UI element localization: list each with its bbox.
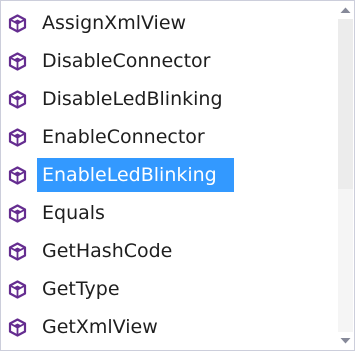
method-cube-icon (8, 242, 27, 261)
list-item-label: Equals (42, 202, 105, 224)
list-item[interactable]: GetXmlView (2, 308, 335, 346)
method-cube-icon (8, 128, 27, 147)
list-item-label: EnableConnector (42, 126, 205, 148)
method-cube-icon (8, 52, 27, 71)
list-item-label: DisableLedBlinking (42, 88, 223, 110)
list-item-label: GetType (42, 278, 120, 300)
completion-list: AssignXmlView DisableConnector DisableLe… (2, 4, 335, 348)
list-item[interactable]: Equals (2, 194, 335, 232)
vertical-scrollbar[interactable] (337, 1, 354, 350)
method-cube-icon (8, 318, 27, 337)
list-item-label: DisableConnector (42, 50, 211, 72)
list-item-label: GetXmlView (42, 316, 158, 338)
list-item-label: EnableLedBlinking (37, 158, 234, 192)
method-cube-icon (8, 204, 27, 223)
scroll-down-arrow-icon[interactable] (339, 335, 352, 347)
method-cube-icon (8, 280, 27, 299)
list-item[interactable]: DisableConnector (2, 42, 335, 80)
completion-list-popup: AssignXmlView DisableConnector DisableLe… (0, 0, 355, 351)
method-cube-icon (8, 166, 27, 185)
list-item[interactable]: GetType (2, 270, 335, 308)
scroll-up-arrow-icon[interactable] (339, 4, 352, 16)
list-item-label: AssignXmlView (42, 12, 187, 34)
list-item[interactable]: AssignXmlView (2, 4, 335, 42)
list-item-selected[interactable]: EnableLedBlinking (2, 156, 335, 194)
list-item-label: GetHashCode (42, 240, 173, 262)
list-item[interactable]: EnableConnector (2, 118, 335, 156)
method-cube-icon (8, 14, 27, 33)
method-cube-icon (8, 90, 27, 109)
list-item[interactable]: DisableLedBlinking (2, 80, 335, 118)
list-item[interactable]: GetHashCode (2, 232, 335, 270)
scrollbar-thumb[interactable] (338, 19, 353, 189)
